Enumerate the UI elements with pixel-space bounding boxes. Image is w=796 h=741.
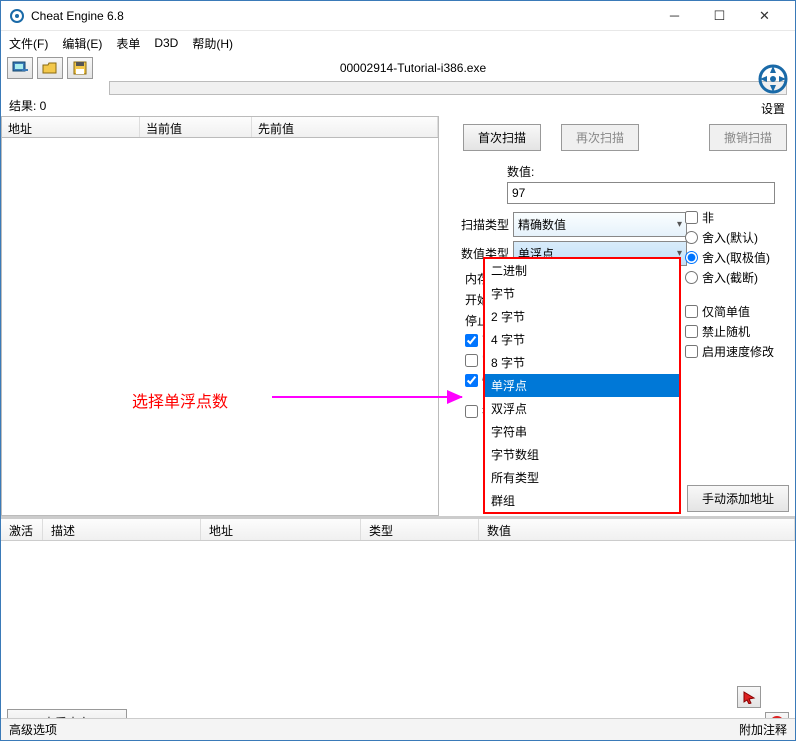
- scan-type-combo[interactable]: 精确数值 ▾: [513, 212, 687, 237]
- toolbar: 00002914-Tutorial-i386.exe: [1, 55, 795, 81]
- col-address[interactable]: 地址: [2, 117, 140, 137]
- opt-2byte[interactable]: 2 字节: [485, 305, 679, 328]
- first-scan-button[interactable]: 首次扫描: [463, 124, 541, 151]
- status-right[interactable]: 附加注释: [739, 721, 787, 738]
- round-trunc-radio[interactable]: 舍入(截断): [685, 269, 795, 286]
- round-extreme-radio[interactable]: 舍入(取极值): [685, 249, 795, 266]
- folder-open-icon: [42, 61, 58, 75]
- statusbar: 高级选项 附加注释: [1, 718, 795, 740]
- app-large-icon: [757, 63, 789, 95]
- results-pane: 地址 当前值 先前值 选择单浮点数 查看内存: [1, 116, 439, 516]
- results-list[interactable]: 选择单浮点数: [1, 138, 439, 516]
- opt-byte[interactable]: 字节: [485, 282, 679, 305]
- single-only-checkbox[interactable]: 仅简单值: [685, 303, 795, 320]
- results-count: 结果: 0: [1, 95, 795, 116]
- opt-string[interactable]: 字符串: [485, 420, 679, 443]
- menu-file[interactable]: 文件(F): [9, 35, 48, 52]
- not-checkbox[interactable]: 非: [685, 209, 795, 226]
- app-icon: [9, 8, 25, 24]
- writable-checkbox[interactable]: [465, 334, 478, 347]
- col-type[interactable]: 类型: [361, 519, 479, 540]
- floppy-icon: [73, 61, 87, 75]
- opt-bytearray[interactable]: 字节数组: [485, 443, 679, 466]
- titlebar: Cheat Engine 6.8 ─ ☐ ✕: [1, 1, 795, 31]
- manual-add-button[interactable]: 手动添加地址: [687, 485, 789, 512]
- chevron-down-icon: ▾: [677, 219, 682, 230]
- fast-checkbox[interactable]: [465, 374, 478, 387]
- settings-block[interactable]: 设置: [755, 63, 791, 117]
- menu-edit[interactable]: 编辑(E): [62, 35, 102, 52]
- annotation-text: 选择单浮点数: [132, 388, 228, 412]
- scan-type-value: 精确数值: [518, 216, 566, 233]
- col-active[interactable]: 激活: [1, 519, 43, 540]
- col-previous[interactable]: 先前值: [252, 117, 438, 137]
- opt-all[interactable]: 所有类型: [485, 466, 679, 489]
- cheat-table: 激活 描述 地址 类型 数值: [1, 516, 795, 717]
- scan-pane: 首次扫描 再次扫描 撤销扫描 数值: 扫描类型 精确数值 ▾ 数值类型 单浮点 …: [439, 116, 795, 516]
- value-type-dropdown: 二进制 字节 2 字节 4 字节 8 字节 单浮点 双浮点 字符串 字节数组 所…: [483, 257, 681, 514]
- menubar: 文件(F) 编辑(E) 表单 D3D 帮助(H): [1, 31, 795, 55]
- next-scan-button: 再次扫描: [561, 124, 639, 151]
- opt-binary[interactable]: 二进制: [485, 259, 679, 282]
- menu-table[interactable]: 表单: [116, 35, 140, 52]
- minimize-button[interactable]: ─: [652, 2, 697, 30]
- speedhack-checkbox[interactable]: 启用速度修改: [685, 343, 795, 360]
- col-addr[interactable]: 地址: [201, 519, 361, 540]
- col-desc[interactable]: 描述: [43, 519, 201, 540]
- opt-4byte[interactable]: 4 字节: [485, 328, 679, 351]
- settings-label: 设置: [755, 100, 791, 117]
- status-left[interactable]: 高级选项: [9, 721, 57, 738]
- annotation-arrow: [272, 396, 462, 398]
- pointer-tool-icon[interactable]: [737, 686, 761, 708]
- undo-scan-button: 撤销扫描: [709, 124, 787, 151]
- col-current[interactable]: 当前值: [140, 117, 252, 137]
- window-title: Cheat Engine 6.8: [31, 9, 652, 23]
- round-default-radio[interactable]: 舍入(默认): [685, 229, 795, 246]
- no-random-checkbox[interactable]: 禁止随机: [685, 323, 795, 340]
- cheat-table-body[interactable]: [1, 541, 795, 717]
- value-label: 数值:: [507, 163, 787, 180]
- readonly-checkbox[interactable]: [465, 354, 478, 367]
- maximize-button[interactable]: ☐: [697, 2, 742, 30]
- col-value[interactable]: 数值: [479, 519, 795, 540]
- progress-bar: [109, 81, 787, 95]
- opt-group[interactable]: 群组: [485, 489, 679, 512]
- select-process-button[interactable]: [7, 57, 33, 79]
- value-input[interactable]: [507, 182, 775, 204]
- open-button[interactable]: [37, 57, 63, 79]
- menu-d3d[interactable]: D3D: [154, 36, 178, 50]
- results-header: 地址 当前值 先前值: [1, 116, 439, 138]
- opt-float[interactable]: 单浮点: [485, 374, 679, 397]
- close-button[interactable]: ✕: [742, 2, 787, 30]
- scan-extra-checkbox[interactable]: [465, 405, 478, 418]
- scan-type-label: 扫描类型: [451, 216, 509, 233]
- menu-help[interactable]: 帮助(H): [192, 35, 233, 52]
- opt-double[interactable]: 双浮点: [485, 397, 679, 420]
- computer-icon: [12, 61, 28, 75]
- opt-8byte[interactable]: 8 字节: [485, 351, 679, 374]
- save-button[interactable]: [67, 57, 93, 79]
- process-name: 00002914-Tutorial-i386.exe: [97, 61, 789, 75]
